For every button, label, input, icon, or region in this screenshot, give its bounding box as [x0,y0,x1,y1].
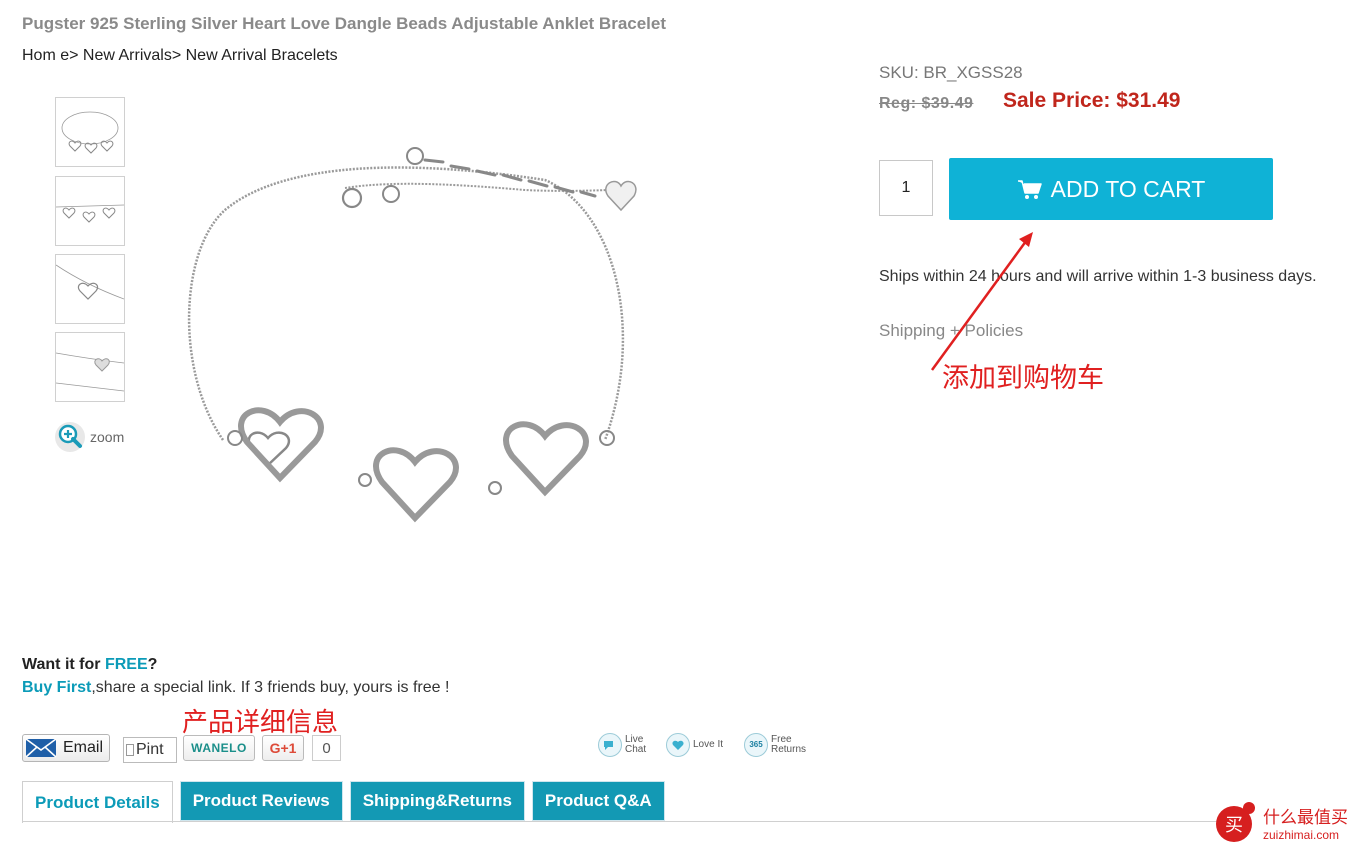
free-offer-heading: Want it for FREE? [22,656,157,674]
pinterest-button[interactable]: Pint [123,737,177,763]
sku-label: SKU: BR_XGSS28 [879,63,1023,82]
main-product-image [187,147,637,523]
free-word: FREE [104,656,148,673]
buy-first-text: ,share a special link. If 3 friends buy,… [91,679,450,696]
love-it-text: Love It [693,739,724,750]
add-to-cart-button[interactable]: ADD TO CART [949,158,1273,220]
free-offer-prefix: Want it for [22,656,105,673]
product-tabs: Product Details Product Reviews Shipping… [22,781,672,823]
live-chat-text: Live Chat [625,734,647,755]
buy-first-link[interactable]: Buy First [22,679,91,696]
love-it-feature[interactable]: Love It [666,733,723,757]
thumbnail-2[interactable] [55,176,125,246]
watermark-cn: 什么最值买 [1263,807,1348,828]
breadcrumb-new-arrivals[interactable]: New Arrivals [83,47,172,64]
breadcrumb-separator: > [171,47,186,64]
tab-product-details[interactable]: Product Details [22,781,173,823]
product-title: Pugster 925 Sterling Silver Heart Love D… [22,14,667,33]
watermark-domain: zuizhimai.com [1263,827,1340,842]
live-chat-icon [598,733,622,757]
zoom-button[interactable]: zoom [54,421,124,453]
quantity-input[interactable] [879,160,933,216]
wanelo-button[interactable]: WANELO [183,735,255,761]
breadcrumb-separator: > [69,47,83,64]
annotation-arrow [930,232,1033,371]
site-watermark: 买 什么最值买 zuizhimai.com [1213,800,1348,844]
tab-product-reviews[interactable]: Product Reviews [179,781,343,821]
tab-product-qa[interactable]: Product Q&A [531,781,665,821]
annotation-add-to-cart: 添加到购物车 [942,363,1104,394]
watermark-text: 什么最值买 zuizhimai.com [1263,803,1348,842]
regular-price: Reg: $39.49 [879,95,974,112]
tab-shipping-returns[interactable]: Shipping&Returns [349,781,525,821]
cart-icon [1017,180,1042,199]
google-plus-button[interactable]: G+1 [262,735,304,761]
magnifier-icon [55,422,85,452]
pin-label: Pint [136,741,164,758]
breadcrumb: Hom e> New Arrivals> New Arrival Bracele… [22,47,338,65]
breadcrumb-new-arrival-bracelets[interactable]: New Arrival Bracelets [186,47,338,64]
broken-image-icon [126,744,134,756]
google-plus-count: 0 [312,735,341,761]
thumbnail-3[interactable] [55,254,125,324]
tab-divider [22,821,1237,822]
love-it-icon [666,733,690,757]
envelope-icon [25,738,57,758]
thumbnail-1[interactable] [55,97,125,167]
breadcrumb-home[interactable]: Hom e [22,47,69,64]
annotation-product-details: 产品详细信息 [182,708,339,738]
thumbnail-4[interactable] [55,332,125,402]
watermark-logo-icon: 买 [1216,802,1255,842]
free-offer-suffix: ? [147,656,158,673]
sale-price: Sale Price: $31.49 [1003,89,1181,112]
free-returns-text: Free Returns [771,734,807,755]
live-chat-feature[interactable]: Live Chat [598,733,646,757]
email-label: Email [63,739,104,756]
email-share-button[interactable]: Email [22,734,110,762]
buy-first-line: Buy First,share a special link. If 3 fri… [22,679,449,697]
add-to-cart-label: ADD TO CART [1050,175,1206,202]
free-returns-feature[interactable]: 365 Free Returns [744,733,806,757]
free-returns-icon: 365 [744,733,768,757]
zoom-label: zoom [90,429,125,445]
watermark-badge: 买 [1225,815,1243,836]
